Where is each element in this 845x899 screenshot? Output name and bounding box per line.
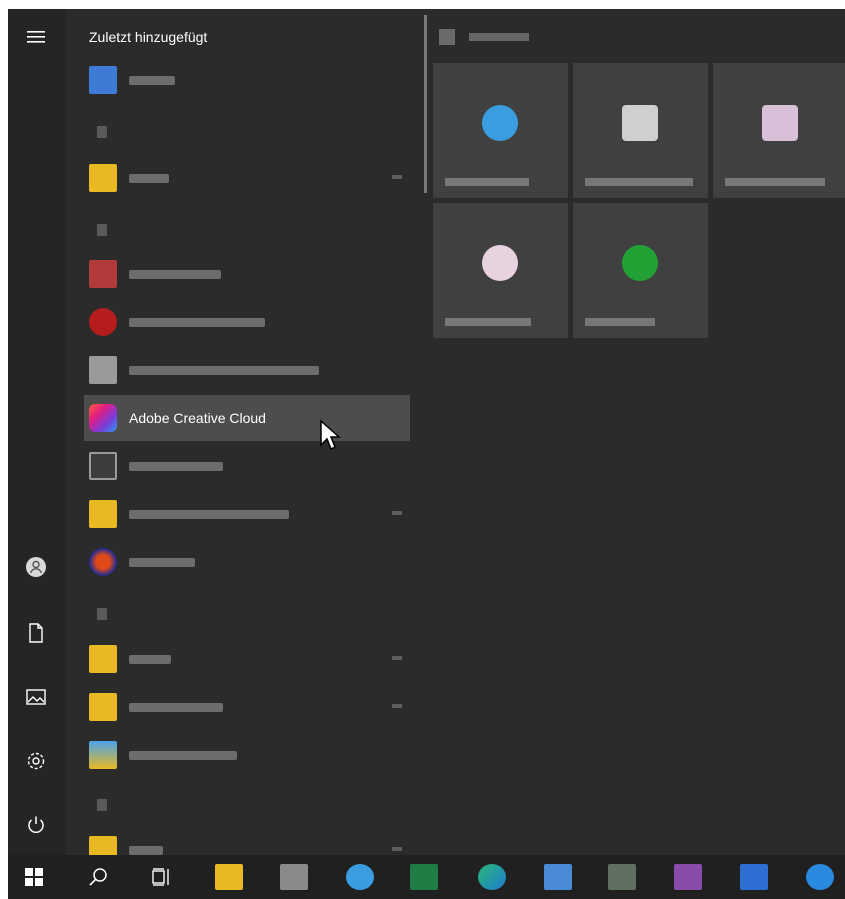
chevron-down-icon [392,704,402,708]
tile[interactable] [713,63,845,198]
list-item[interactable] [84,57,410,103]
folder-icon [89,164,117,192]
list-item[interactable] [84,443,410,489]
tile[interactable] [573,203,708,338]
tile[interactable] [433,63,568,198]
letter-header[interactable] [97,608,107,620]
list-item[interactable] [84,539,410,585]
app-list: Zuletzt hinzugefügt Adobe Creative Cloud [65,9,423,855]
taskbar [8,855,845,899]
list-item[interactable] [84,347,410,393]
app-label: Adobe Creative Cloud [129,410,266,426]
app-icon [89,452,117,480]
chevron-down-icon [392,656,402,660]
list-item[interactable] [84,155,410,201]
folder-icon [89,645,117,673]
app-icon [762,105,798,141]
mail-icon[interactable] [542,861,574,893]
app-icon [622,105,658,141]
list-item-adobe-creative-cloud[interactable]: Adobe Creative Cloud [84,395,410,441]
pictures-icon[interactable] [22,683,50,711]
app-icon[interactable] [278,861,310,893]
folder-icon [89,836,117,855]
app-icon [482,245,518,281]
app-icon [482,105,518,141]
app-icon [622,245,658,281]
start-rail [8,9,65,855]
scrollbar[interactable] [424,15,427,193]
folder-icon [89,693,117,721]
edge-icon[interactable] [476,861,508,893]
group-icon [439,29,455,45]
tile[interactable] [573,63,708,198]
list-item[interactable] [84,684,410,730]
list-item[interactable] [84,636,410,682]
letter-header[interactable] [97,126,107,138]
app-icon [89,741,117,769]
zoom-app-icon [89,66,117,94]
tile[interactable] [433,203,568,338]
search-icon[interactable] [82,861,114,893]
tile-group-header[interactable] [439,29,529,45]
creative-cloud-icon [89,404,117,432]
folder-icon [89,500,117,528]
chevron-down-icon [392,175,402,179]
recently-added-heading: Zuletzt hinzugefügt [89,29,208,45]
list-item[interactable] [84,827,410,855]
snipping-icon[interactable] [606,861,638,893]
windows-start-icon[interactable] [18,861,50,893]
browser-icon[interactable] [344,861,376,893]
excel-icon[interactable] [408,861,440,893]
list-item[interactable] [84,491,410,537]
documents-icon[interactable] [22,619,50,647]
file-explorer-icon[interactable] [213,861,245,893]
distiller-icon [89,356,117,384]
onenote-icon[interactable] [672,861,704,893]
mouse-cursor-icon [320,419,341,451]
list-item[interactable] [84,299,410,345]
chevron-down-icon [392,511,402,515]
menu-icon[interactable] [22,23,50,51]
power-icon[interactable] [22,811,50,839]
settings-icon[interactable] [22,747,50,775]
blue-app-icon[interactable] [804,861,836,893]
letter-header[interactable] [97,799,107,811]
chevron-down-icon [392,847,402,851]
zoom-icon[interactable] [738,861,770,893]
office-icon [89,260,117,288]
start-menu: Zuletzt hinzugefügt Adobe Creative Cloud [8,9,845,855]
task-view-icon[interactable] [146,861,178,893]
app-icon [89,548,117,576]
user-icon[interactable] [22,553,50,581]
list-item[interactable] [84,732,410,778]
acrobat-icon [89,308,117,336]
letter-header[interactable] [97,224,107,236]
list-item[interactable] [84,251,410,297]
